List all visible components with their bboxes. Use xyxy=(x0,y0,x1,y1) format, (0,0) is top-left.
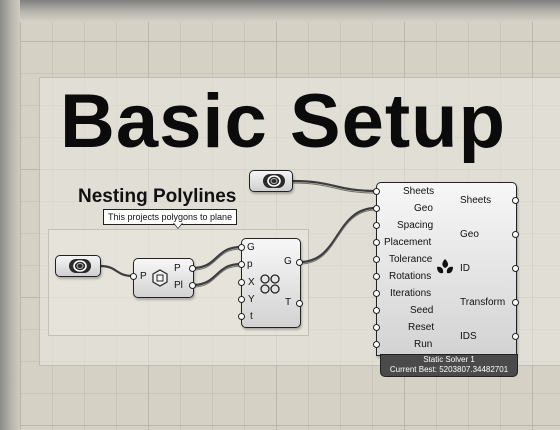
proj-output-p[interactable]: P xyxy=(174,263,181,275)
static-solver-component[interactable]: Sheets Geo Spacing Placement Tolerance R… xyxy=(373,182,519,356)
curve-param-left[interactable] xyxy=(55,255,101,277)
eval-port-p[interactable] xyxy=(238,261,245,268)
eval-output-t[interactable]: T xyxy=(285,297,291,309)
solver-input-iterations[interactable]: Iterations xyxy=(390,288,431,300)
curve-param-top[interactable] xyxy=(249,170,293,192)
solver-output-sheets[interactable]: Sheets xyxy=(460,195,491,207)
solver-output-id[interactable]: ID xyxy=(460,263,470,275)
solver-input-placement[interactable]: Placement xyxy=(384,237,431,249)
solver-status-bar: Static Solver 1 Current Best: 5203807.34… xyxy=(380,354,518,377)
eval-output-g[interactable]: G xyxy=(284,256,292,268)
solver-out-port-transform[interactable] xyxy=(512,299,519,306)
solver-port-placement[interactable] xyxy=(373,239,380,246)
curve-icon xyxy=(73,260,87,272)
solver-port-run[interactable] xyxy=(373,341,380,348)
polygon-cluster-icon xyxy=(260,274,280,294)
solver-out-port-ids[interactable] xyxy=(512,333,519,340)
solver-input-spacing[interactable]: Spacing xyxy=(397,220,433,232)
eval-output-g-port[interactable] xyxy=(296,259,303,266)
eval-input-p[interactable]: p xyxy=(247,259,253,271)
wire-sheets xyxy=(290,179,378,193)
eval-port-x[interactable] xyxy=(238,279,245,286)
solver-port-spacing[interactable] xyxy=(373,222,380,229)
proj-output-pl-port[interactable] xyxy=(189,282,196,289)
project-polygon-icon xyxy=(152,269,168,287)
solver-input-run[interactable]: Run xyxy=(414,339,432,351)
solver-input-rotations[interactable]: Rotations xyxy=(389,271,431,283)
solver-input-tolerance[interactable]: Tolerance xyxy=(389,254,432,266)
solver-port-iterations[interactable] xyxy=(373,290,380,297)
solver-port-tolerance[interactable] xyxy=(373,256,380,263)
opennest-logo-icon xyxy=(437,259,453,274)
solver-input-geo[interactable]: Geo xyxy=(414,203,433,215)
wire-geo xyxy=(298,206,378,264)
solver-name: Static Solver 1 xyxy=(423,355,475,364)
project-component[interactable]: P P Pl xyxy=(133,258,194,298)
eval-output-t-port[interactable] xyxy=(296,300,303,307)
solver-port-reset[interactable] xyxy=(373,324,380,331)
solver-port-seed[interactable] xyxy=(373,307,380,314)
proj-output-pl[interactable]: Pl xyxy=(174,280,183,292)
eval-port-y[interactable] xyxy=(238,296,245,303)
solver-input-reset[interactable]: Reset xyxy=(408,322,434,334)
solver-port-geo[interactable] xyxy=(373,205,380,212)
curve-icon xyxy=(267,175,281,187)
solver-input-seed[interactable]: Seed xyxy=(410,305,433,317)
solver-out-port-geo[interactable] xyxy=(512,231,519,238)
solver-port-rotations[interactable] xyxy=(373,273,380,280)
eval-input-g[interactable]: G xyxy=(247,242,255,254)
polygon-component[interactable]: G p X Y t G T xyxy=(241,238,303,328)
wire-curve-to-proj xyxy=(98,264,135,278)
solver-port-sheets[interactable] xyxy=(373,188,380,195)
eval-input-x[interactable]: X xyxy=(248,277,255,289)
proj-input-port[interactable] xyxy=(130,273,137,280)
grasshopper-canvas[interactable]: Basic Setup Nesting Polylines This proje… xyxy=(0,0,560,430)
solver-output-transform[interactable]: Transform xyxy=(460,297,505,309)
solver-output-geo[interactable]: Geo xyxy=(460,229,479,241)
eval-port-t[interactable] xyxy=(238,313,245,320)
proj-output-p-port[interactable] xyxy=(189,265,196,272)
proj-input-p[interactable]: P xyxy=(140,271,147,283)
eval-port-g[interactable] xyxy=(238,244,245,251)
eval-input-t[interactable]: t xyxy=(250,311,253,323)
eval-input-y[interactable]: Y xyxy=(248,294,255,306)
solver-out-port-sheets[interactable] xyxy=(512,197,519,204)
solver-output-ids[interactable]: IDS xyxy=(460,331,477,343)
solver-input-sheets[interactable]: Sheets xyxy=(403,186,434,198)
solver-out-port-id[interactable] xyxy=(512,265,519,272)
solver-current-best: Current Best: 5203807.34482701 xyxy=(389,365,509,374)
